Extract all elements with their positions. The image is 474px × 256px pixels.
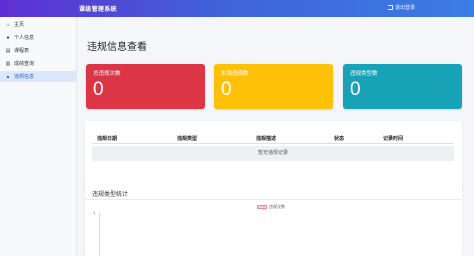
divider — [85, 199, 462, 200]
sidebar-item-label: 主页 — [14, 22, 25, 28]
app-title: 课级管理系统 — [79, 7, 117, 13]
main-content: 违规信息查看 总违规次数 0 本周违规数 0 违规类型数 0 违规日期 违规类型… — [77, 17, 474, 256]
chart-legend[interactable]: 违规次数 — [257, 204, 285, 210]
page-title: 违规信息查看 — [87, 42, 147, 53]
logout-label: 退出登录 — [395, 5, 416, 11]
stat-label: 总违规次数 — [93, 71, 121, 77]
book-icon: ▤ — [5, 47, 11, 54]
sidebar-item-label: 成绩查询 — [14, 61, 35, 67]
chart-icon: ▥ — [5, 60, 11, 67]
column-header-type: 违规类型 — [177, 136, 198, 142]
total-violations-card: 总违规次数 0 — [86, 64, 205, 109]
stat-value: 0 — [350, 79, 361, 100]
sidebar-item-label: 个人信息 — [14, 35, 35, 41]
sidebar-item-schedule[interactable]: ▤ 课程表 — [0, 45, 77, 56]
watermark: CSDN @woxohuanchishaok — [364, 241, 453, 248]
column-header-status: 状态 — [334, 136, 345, 142]
y-axis-line — [99, 213, 100, 256]
chart-title: 违规类型统计 — [92, 192, 129, 198]
sidebar-item-grades[interactable]: ▥ 成绩查询 — [0, 58, 77, 69]
violation-types-card: 违规类型数 0 — [343, 64, 462, 109]
violations-table: 违规日期 违规类型 违规描述 状态 记录时间 暂无违规记录 — [85, 121, 462, 191]
user-icon: ● — [6, 34, 10, 41]
legend-label: 违规次数 — [269, 204, 285, 209]
y-axis-tick-label: 1 — [93, 210, 96, 215]
column-header-description: 违规描述 — [256, 136, 277, 142]
stat-label: 本周违规数 — [221, 71, 249, 77]
stat-value: 0 — [221, 79, 232, 100]
sidebar-item-label: 课程表 — [14, 48, 30, 54]
stat-value: 0 — [93, 79, 104, 100]
sidebar: ⌂ 主页 ● 个人信息 ▤ 课程表 ▥ 成绩查询 ▲ 违规信息 — [0, 17, 77, 256]
table-empty-message: 暂无违规记录 — [92, 146, 454, 161]
sidebar-item-profile[interactable]: ● 个人信息 — [0, 32, 77, 43]
column-header-date: 违规日期 — [97, 136, 118, 142]
stat-label: 违规类型数 — [350, 71, 378, 77]
sidebar-item-violations[interactable]: ▲ 违规信息 — [0, 71, 77, 82]
sidebar-item-home[interactable]: ⌂ 主页 — [0, 19, 77, 30]
top-navbar: 课级管理系统 退出登录 — [0, 0, 474, 17]
legend-swatch — [257, 205, 267, 209]
weekly-violations-card: 本周违规数 0 — [214, 64, 333, 109]
home-icon: ⌂ — [6, 21, 10, 28]
table-header: 违规日期 违规类型 违规描述 状态 记录时间 — [92, 133, 454, 144]
sidebar-item-label: 违规信息 — [14, 74, 35, 80]
column-header-record-time: 记录时间 — [383, 136, 404, 142]
logout-icon — [388, 5, 393, 10]
logout-button[interactable]: 退出登录 — [388, 4, 415, 11]
warning-icon: ▲ — [5, 73, 11, 80]
